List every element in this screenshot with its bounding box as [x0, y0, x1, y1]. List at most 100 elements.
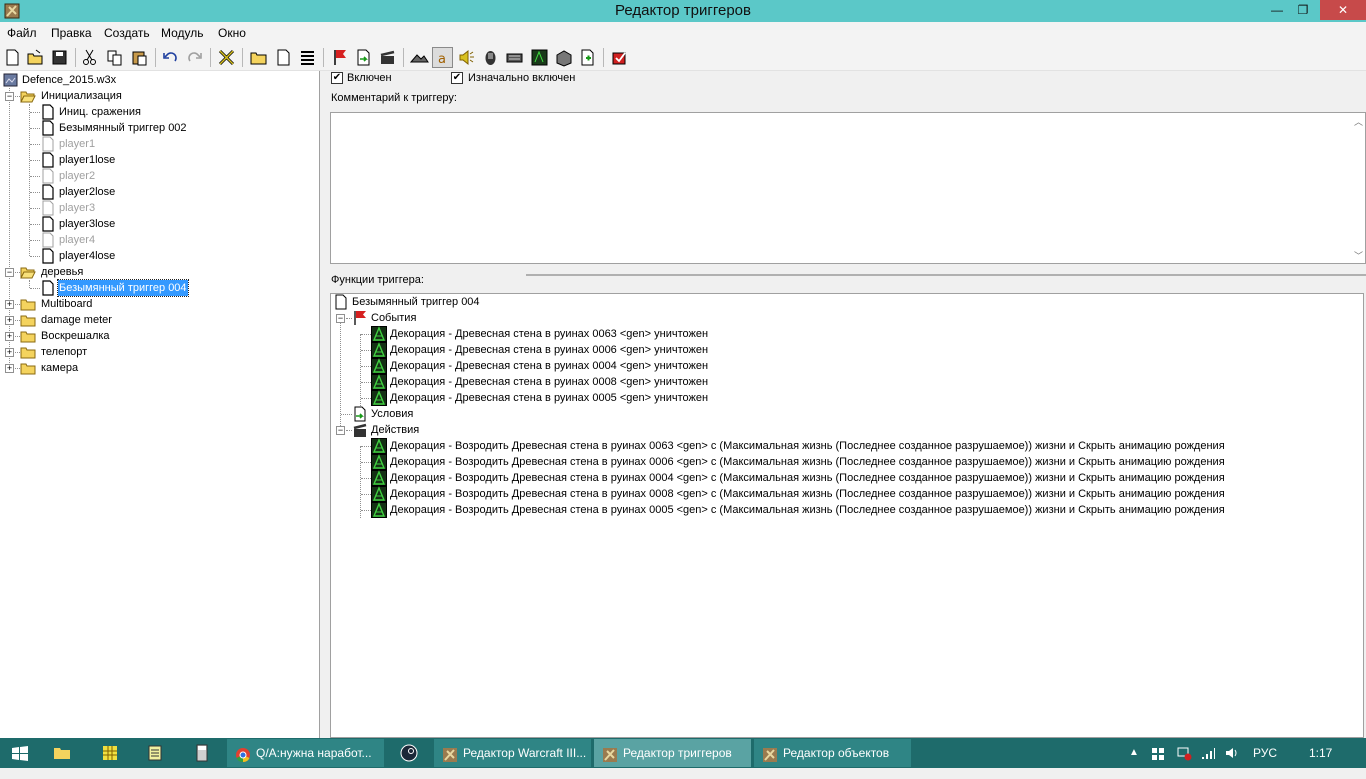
trigger-functions-tree[interactable]: Безымянный триггер 004 − События Декорац… — [330, 293, 1364, 738]
expand-toggle[interactable]: + — [5, 348, 14, 357]
object-editor-icon[interactable] — [480, 47, 501, 68]
start-button[interactable] — [8, 739, 32, 767]
tree-trigger[interactable]: Безымянный триггер 004 — [0, 279, 318, 297]
initially-on-checkbox[interactable]: ✔ — [451, 72, 463, 84]
terrain-editor-icon[interactable] — [409, 47, 430, 68]
explorer-icon[interactable] — [52, 739, 72, 767]
action-center-icon[interactable] — [1151, 738, 1165, 768]
collapse-toggle[interactable]: − — [336, 426, 345, 435]
comment-textarea[interactable]: ︿ ﹀ — [330, 112, 1366, 264]
object-manager-icon[interactable] — [553, 47, 574, 68]
steam-icon[interactable] — [397, 739, 421, 767]
action-row[interactable]: Декорация - Возродить Древесная стена в … — [331, 502, 1331, 518]
clock[interactable]: 1:17 — [1309, 738, 1332, 768]
tree-trigger[interactable]: Иниц. сражения — [0, 104, 318, 120]
tree-folder[interactable]: + камера — [0, 360, 318, 376]
expand-toggle[interactable]: + — [5, 316, 14, 325]
undo-icon[interactable] — [160, 47, 181, 68]
expand-toggle[interactable]: + — [5, 300, 14, 309]
tree-trigger[interactable]: player3 — [0, 200, 318, 216]
calculator-icon[interactable] — [192, 739, 212, 767]
trigger-tree[interactable]: Defence_2015.w3x − Инициализация Иниц. сра… — [0, 71, 320, 738]
menu-window[interactable]: Окно — [218, 26, 246, 40]
tree-folder[interactable]: − Инициализация — [0, 88, 318, 104]
event-flag-icon[interactable] — [329, 47, 350, 68]
action-row[interactable]: Декорация - Возродить Древесная стена в … — [331, 470, 1331, 486]
tree-trigger[interactable]: player4lose — [0, 248, 318, 264]
taskbar-item-trigger-editor[interactable]: Редактор триггеров — [594, 739, 751, 767]
tree-trigger[interactable]: player2 — [0, 168, 318, 184]
taskbar-item-object-editor[interactable]: Редактор объектов — [754, 739, 911, 767]
event-row[interactable]: Декорация - Древесная стена в руинах 000… — [331, 358, 1331, 374]
delete-x-icon[interactable] — [216, 47, 237, 68]
copy-icon[interactable] — [104, 47, 125, 68]
action-row[interactable]: Декорация - Возродить Древесная стена в … — [331, 438, 1331, 454]
collapse-toggle[interactable]: − — [336, 314, 345, 323]
calculator-grid-icon[interactable] — [100, 739, 120, 767]
open-folder-icon[interactable] — [25, 47, 46, 68]
expand-toggle[interactable]: − — [5, 268, 14, 277]
expand-toggle[interactable]: + — [5, 332, 14, 341]
ai-editor-icon[interactable] — [529, 47, 550, 68]
maximize-button[interactable]: ❐ — [1290, 0, 1316, 20]
enabled-checkbox[interactable]: ✔ — [331, 72, 343, 84]
event-row[interactable]: Декорация - Древесная стена в руинах 006… — [331, 326, 1331, 342]
tree-trigger[interactable]: player4 — [0, 232, 318, 248]
save-icon[interactable] — [49, 47, 70, 68]
language-indicator[interactable]: РУС — [1253, 738, 1277, 768]
menu-create[interactable]: Создать — [104, 26, 150, 40]
new-comment-icon[interactable] — [297, 47, 318, 68]
minimize-button[interactable]: — — [1264, 0, 1290, 20]
scroll-up-icon[interactable]: ︿ — [1354, 115, 1363, 128]
menu-module[interactable]: Модуль — [161, 26, 204, 40]
new-category-icon[interactable] — [248, 47, 269, 68]
tree-folder[interactable]: + Воскрешалка — [0, 328, 318, 344]
event-row[interactable]: Декорация - Древесная стена в руинах 000… — [331, 390, 1331, 406]
action-row[interactable]: Декорация - Возродить Древесная стена в … — [331, 454, 1331, 470]
condition-icon — [352, 406, 368, 422]
trigger-editor-icon[interactable]: a — [432, 47, 453, 68]
network-warning-icon[interactable] — [1176, 738, 1192, 768]
new-file-icon[interactable] — [2, 47, 23, 68]
notepad-icon[interactable] — [145, 739, 165, 767]
expand-toggle[interactable]: − — [5, 92, 14, 101]
event-row[interactable]: Декорация - Древесная стена в руинах 000… — [331, 342, 1331, 358]
menu-edit[interactable]: Правка — [51, 26, 92, 40]
condition-icon[interactable] — [353, 47, 374, 68]
action-icon[interactable] — [377, 47, 398, 68]
import-manager-icon[interactable] — [577, 47, 598, 68]
tree-folder[interactable]: + Multiboard — [0, 296, 318, 312]
redo-icon[interactable] — [184, 47, 205, 68]
paste-icon[interactable] — [129, 47, 150, 68]
taskbar-item-browser[interactable]: Q/A:нужна наработ... — [227, 739, 384, 767]
signal-icon[interactable] — [1200, 738, 1216, 768]
actions-node[interactable]: − Действия — [331, 422, 731, 438]
events-node[interactable]: − События — [331, 310, 731, 326]
cut-icon[interactable] — [79, 47, 100, 68]
tree-trigger[interactable]: player1lose — [0, 152, 318, 168]
tree-trigger[interactable]: player3lose — [0, 216, 318, 232]
new-trigger-icon[interactable] — [273, 47, 294, 68]
tree-folder[interactable]: + damage meter — [0, 312, 318, 328]
campaign-editor-icon[interactable] — [504, 47, 525, 68]
tree-trigger[interactable]: player2lose — [0, 184, 318, 200]
tree-item-label: player2lose — [59, 186, 116, 198]
tree-folder[interactable]: − деревья — [0, 264, 318, 280]
close-button[interactable]: ✕ — [1320, 0, 1366, 20]
tree-folder[interactable]: + телепорт — [0, 344, 318, 360]
tray-expand-icon[interactable]: ▲ — [1129, 738, 1139, 768]
conditions-node[interactable]: Условия — [331, 406, 731, 422]
sound-editor-icon[interactable] — [456, 47, 477, 68]
taskbar-item-worldedit[interactable]: Редактор Warcraft III... — [434, 739, 591, 767]
scroll-down-icon[interactable]: ﹀ — [1354, 249, 1363, 262]
splitter[interactable] — [526, 274, 1366, 276]
tree-trigger[interactable]: player1 — [0, 136, 318, 152]
event-row[interactable]: Декорация - Древесная стена в руинах 000… — [331, 374, 1331, 390]
taskbar: Q/A:нужна наработ... Редактор Warcraft I… — [0, 738, 1366, 768]
expand-toggle[interactable]: + — [5, 364, 14, 373]
volume-icon[interactable] — [1224, 738, 1240, 768]
test-map-icon[interactable] — [609, 47, 630, 68]
tree-trigger[interactable]: Безымянный триггер 002 — [0, 120, 318, 136]
menu-file[interactable]: Файл — [7, 26, 37, 40]
action-row[interactable]: Декорация - Возродить Древесная стена в … — [331, 486, 1331, 502]
